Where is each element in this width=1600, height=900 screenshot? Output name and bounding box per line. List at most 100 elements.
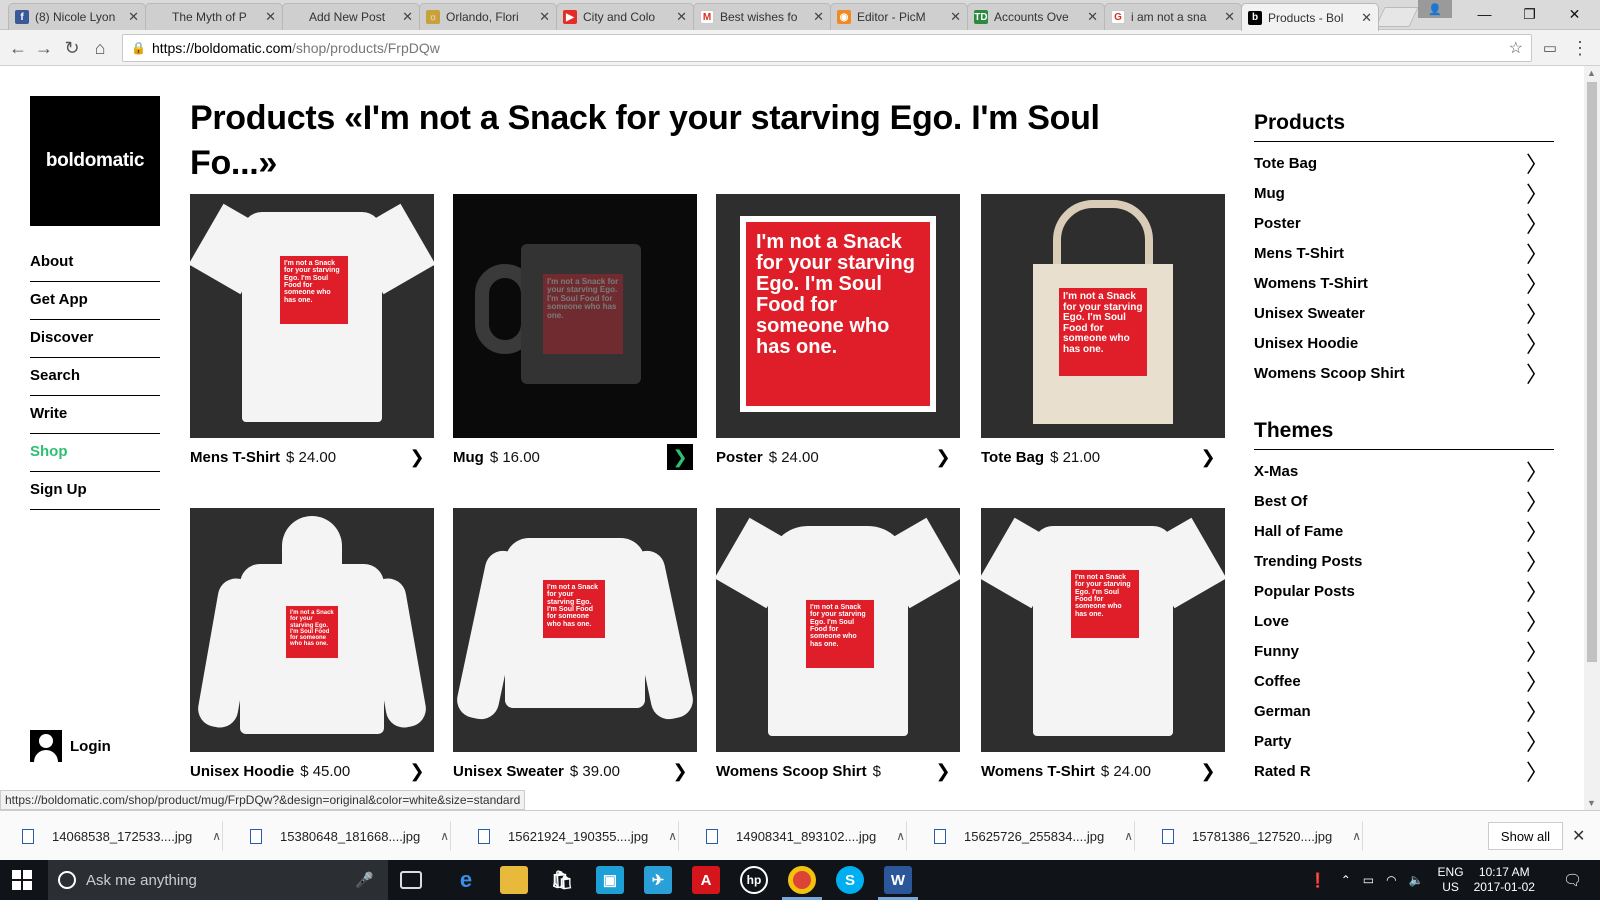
chevron-up-icon[interactable]: ∧: [212, 829, 221, 843]
nav-search[interactable]: Search: [30, 358, 160, 396]
scroll-down-icon[interactable]: ▼: [1587, 798, 1596, 808]
download-item[interactable]: 15621924_190355....jpg ∧: [478, 825, 677, 847]
microphone-icon[interactable]: 🎤: [355, 871, 374, 889]
chevron-right-icon[interactable]: ❯: [404, 758, 430, 784]
skype-icon[interactable]: S: [836, 866, 864, 894]
scrollbar-thumb[interactable]: [1587, 82, 1597, 662]
page-scrollbar[interactable]: ▲ ▼: [1584, 66, 1600, 810]
volume-icon[interactable]: 🔈: [1409, 873, 1424, 887]
product-card[interactable]: I'm not a Snack for your starving Ego. I…: [453, 194, 697, 476]
download-item[interactable]: 15380648_181668....jpg ∧: [250, 825, 449, 847]
home-icon[interactable]: ⌂: [88, 36, 112, 60]
menu-icon[interactable]: ⋮: [1568, 36, 1592, 60]
sidebar-theme-x-mas[interactable]: X-Mas 〉: [1254, 456, 1554, 486]
browser-tab[interactable]: b Products - Bol ✕: [1241, 3, 1379, 31]
download-item[interactable]: 15625726_255834....jpg ∧: [934, 825, 1133, 847]
product-caption[interactable]: Unisex Sweater $ 39.00 ❯: [453, 752, 697, 790]
tab-close-icon[interactable]: ✕: [128, 9, 139, 25]
product-photo[interactable]: I'm not a Snack for your starving Ego. I…: [981, 508, 1225, 752]
product-photo[interactable]: I'm not a Snack for your starving Ego. I…: [981, 194, 1225, 438]
store-icon[interactable]: 🛍: [548, 866, 576, 894]
sidebar-product-tote-bag[interactable]: Tote Bag 〉: [1254, 148, 1554, 178]
sidebar-product-womens-scoop-shirt[interactable]: Womens Scoop Shirt 〉: [1254, 358, 1554, 388]
action-center-icon[interactable]: 🗨: [1563, 871, 1582, 889]
login-link[interactable]: Login: [30, 730, 111, 762]
file-explorer-icon[interactable]: [500, 866, 528, 894]
chevron-up-icon[interactable]: ∧: [1124, 829, 1133, 843]
sidebar-theme-party[interactable]: Party 〉: [1254, 726, 1554, 756]
browser-tab[interactable]: f (8) Nicole Lyon ✕: [8, 3, 146, 30]
chevron-right-icon[interactable]: ❯: [1195, 444, 1221, 470]
reload-icon[interactable]: ↻: [60, 36, 84, 60]
sidebar-product-womens-t-shirt[interactable]: Womens T-Shirt 〉: [1254, 268, 1554, 298]
chevron-up-icon[interactable]: ∧: [1352, 829, 1361, 843]
product-card[interactable]: I'm not a Snack for your starving Ego. I…: [981, 508, 1225, 790]
browser-tab[interactable]: Gi am not a sna ✕: [1104, 3, 1242, 30]
sidebar-product-unisex-sweater[interactable]: Unisex Sweater 〉: [1254, 298, 1554, 328]
tab-close-icon[interactable]: ✕: [539, 9, 550, 25]
boldomatic-logo[interactable]: boldomatic: [30, 96, 160, 226]
sidebar-theme-funny[interactable]: Funny 〉: [1254, 636, 1554, 666]
notification-alert-icon[interactable]: ❗: [1309, 872, 1326, 889]
chevron-right-icon[interactable]: ❯: [930, 758, 956, 784]
maximize-button[interactable]: ❐: [1507, 0, 1552, 28]
word-icon[interactable]: W: [884, 866, 912, 894]
show-all-downloads-button[interactable]: Show all: [1488, 822, 1563, 850]
product-photo[interactable]: I'm not a Snack for your starving Ego. I…: [716, 194, 960, 438]
language-indicator[interactable]: ENG US: [1438, 865, 1464, 895]
browser-tab[interactable]: ▶ City and Colo ✕: [556, 3, 694, 30]
sidebar-theme-love[interactable]: Love 〉: [1254, 606, 1554, 636]
sidebar-theme-rated-r[interactable]: Rated R 〉: [1254, 756, 1554, 786]
product-photo[interactable]: I'm not a Snack for your starving Ego. I…: [453, 508, 697, 752]
browser-tab[interactable]: TD Accounts Ove ✕: [967, 3, 1105, 30]
chevron-up-icon[interactable]: ∧: [896, 829, 905, 843]
tab-close-icon[interactable]: ✕: [676, 9, 687, 25]
chevron-up-icon[interactable]: ∧: [668, 829, 677, 843]
show-hidden-icons-icon[interactable]: ⌃: [1341, 873, 1351, 887]
chevron-right-icon[interactable]: ❯: [1195, 758, 1221, 784]
close-window-button[interactable]: ✕: [1552, 0, 1597, 28]
nav-sign-up[interactable]: Sign Up: [30, 472, 160, 510]
product-card[interactable]: I'm not a Snack for your starving Ego. I…: [190, 194, 434, 476]
sidebar-product-poster[interactable]: Poster 〉: [1254, 208, 1554, 238]
nav-shop[interactable]: Shop: [30, 434, 160, 472]
product-caption[interactable]: Tote Bag $ 21.00 ❯: [981, 438, 1225, 476]
sidebar-theme-german[interactable]: German 〉: [1254, 696, 1554, 726]
download-item[interactable]: 14908341_893102....jpg ∧: [706, 825, 905, 847]
download-item[interactable]: 14068538_172533....jpg ∧: [22, 825, 221, 847]
sidebar-product-mens-t-shirt[interactable]: Mens T-Shirt 〉: [1254, 238, 1554, 268]
sidebar-theme-trending-posts[interactable]: Trending Posts 〉: [1254, 546, 1554, 576]
product-photo[interactable]: I'm not a Snack for your starving Ego. I…: [190, 508, 434, 752]
nav-about[interactable]: About: [30, 244, 160, 282]
browser-tab[interactable]: M Best wishes fo ✕: [693, 3, 831, 30]
tab-close-icon[interactable]: ✕: [950, 9, 961, 25]
scroll-up-icon[interactable]: ▲: [1587, 68, 1596, 78]
nav-discover[interactable]: Discover: [30, 320, 160, 358]
windows-start-icon[interactable]: [12, 870, 32, 890]
sidebar-theme-coffee[interactable]: Coffee 〉: [1254, 666, 1554, 696]
product-card[interactable]: I'm not a Snack for your starving Ego. I…: [190, 508, 434, 790]
cast-icon[interactable]: ▭: [1538, 36, 1562, 60]
bookmark-star-icon[interactable]: ☆: [1509, 38, 1523, 58]
product-caption[interactable]: Womens Scoop Shirt $ ❯: [716, 752, 960, 790]
tab-close-icon[interactable]: ✕: [1087, 9, 1098, 25]
chevron-right-icon[interactable]: ❯: [667, 758, 693, 784]
hp-icon[interactable]: hp: [740, 866, 768, 894]
product-caption[interactable]: Womens T-Shirt $ 24.00 ❯: [981, 752, 1225, 790]
browser-tab[interactable]: ◉ Editor - PicM ✕: [830, 3, 968, 30]
clock[interactable]: 10:17 AM 2017-01-02: [1474, 865, 1535, 895]
tab-close-icon[interactable]: ✕: [265, 9, 276, 25]
chevron-up-icon[interactable]: ∧: [440, 829, 449, 843]
product-caption[interactable]: Mens T-Shirt $ 24.00 ❯: [190, 438, 434, 476]
minimize-button[interactable]: —: [1462, 0, 1507, 28]
cortana-search-box[interactable]: Ask me anything 🎤: [48, 860, 388, 900]
sidebar-product-mug[interactable]: Mug 〉: [1254, 178, 1554, 208]
profile-icon[interactable]: 👤: [1418, 0, 1452, 18]
app-icon[interactable]: ✈: [644, 866, 672, 894]
chrome-icon[interactable]: [788, 866, 816, 894]
product-card[interactable]: I'm not a Snack for your starving Ego. I…: [453, 508, 697, 790]
product-card[interactable]: I'm not a Snack for your starving Ego. I…: [981, 194, 1225, 476]
app-icon[interactable]: ▣: [596, 866, 624, 894]
battery-icon[interactable]: ▭: [1363, 873, 1374, 887]
close-downloads-icon[interactable]: ✕: [1572, 826, 1585, 846]
